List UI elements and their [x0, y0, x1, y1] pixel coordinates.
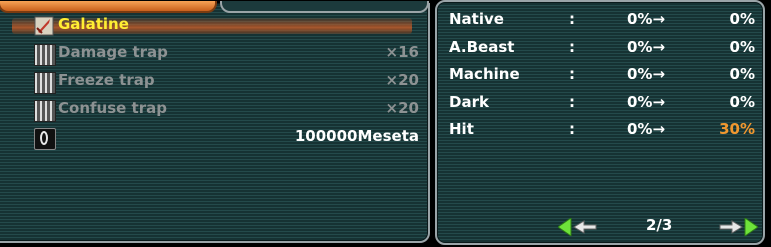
stat-to: 30% [719, 120, 755, 138]
item-quantity: ×20 [385, 71, 419, 89]
list-item-meseta[interactable]: 100000Meseta [34, 126, 419, 150]
stats-panel: Native : 0%→ 0% A.Beast : 0%→ 0% Machine… [435, 0, 765, 245]
item-label: Freeze trap [58, 71, 155, 89]
stat-to: 0% [729, 65, 755, 83]
stat-name: Hit [449, 120, 474, 138]
arrow-left-icon[interactable] [558, 218, 598, 236]
list-item-freeze-trap[interactable]: Freeze trap ×20 [34, 70, 419, 94]
stat-row-machine: Machine : 0%→ 0% [449, 65, 755, 89]
stat-name: Native [449, 10, 504, 28]
item-quantity: ×16 [385, 43, 419, 61]
tab-items[interactable] [0, 1, 217, 13]
stat-colon: : [569, 120, 575, 138]
sword-icon [34, 16, 54, 36]
tab-other[interactable] [220, 1, 429, 13]
stat-to: 0% [729, 10, 755, 28]
stat-row-native: Native : 0%→ 0% [449, 10, 755, 34]
stat-from: 0%→ [627, 10, 666, 28]
stat-to: 0% [729, 38, 755, 56]
list-item-confuse-trap[interactable]: Confuse trap ×20 [34, 98, 419, 122]
item-label: Damage trap [58, 43, 168, 61]
meseta-amount: 100000Meseta [294, 127, 419, 145]
stat-row-dark: Dark : 0%→ 0% [449, 93, 755, 117]
list-item-galatine[interactable]: Galatine [34, 14, 419, 38]
trap-icon [34, 100, 56, 122]
trap-icon [34, 44, 56, 66]
stat-colon: : [569, 10, 575, 28]
stat-name: A.Beast [449, 38, 515, 56]
stat-colon: : [569, 38, 575, 56]
stat-row-hit: Hit : 0%→ 30% [449, 120, 755, 144]
list-item-damage-trap[interactable]: Damage trap ×16 [34, 42, 419, 66]
meseta-ring-icon [34, 128, 56, 150]
inventory-panel: Galatine Damage trap ×16 Freeze trap ×20… [0, 1, 430, 243]
item-quantity: ×20 [385, 99, 419, 117]
stat-name: Machine [449, 65, 520, 83]
item-label: Galatine [58, 15, 129, 33]
trap-icon [34, 72, 56, 94]
stat-colon: : [569, 93, 575, 111]
stat-from: 0%→ [627, 120, 666, 138]
stat-row-abeast: A.Beast : 0%→ 0% [449, 38, 755, 62]
stat-from: 0%→ [627, 38, 666, 56]
stat-from: 0%→ [627, 93, 666, 111]
game-screen: { "inventory": { "items": [ {"label": "G… [0, 0, 771, 247]
stat-to: 0% [729, 93, 755, 111]
arrow-right-icon[interactable] [718, 218, 758, 236]
item-label: Confuse trap [58, 99, 167, 117]
page-indicator: 2/3 [646, 216, 673, 234]
pager: 2/3 [558, 216, 758, 238]
stat-colon: : [569, 65, 575, 83]
stat-from: 0%→ [627, 65, 666, 83]
stat-name: Dark [449, 93, 489, 111]
